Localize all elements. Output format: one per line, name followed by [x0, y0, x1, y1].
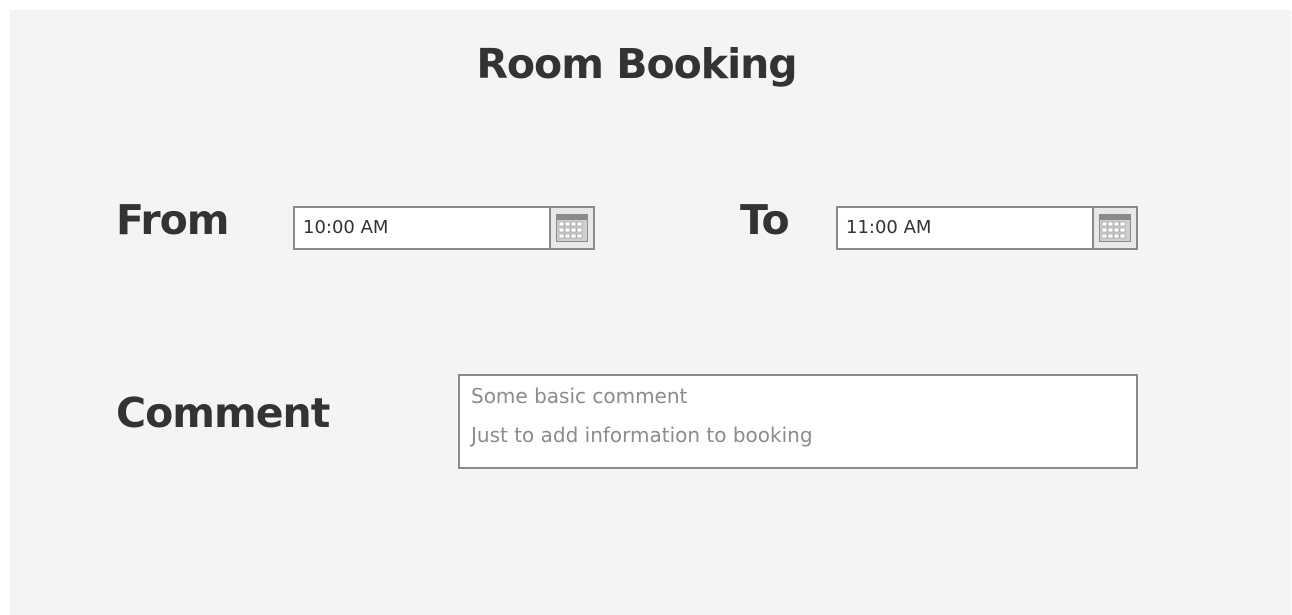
from-time-field[interactable]: 10:00 AM — [293, 206, 595, 250]
comment-line-2: Just to add information to booking — [471, 423, 813, 447]
calendar-icon — [1099, 214, 1131, 242]
from-time-input[interactable]: 10:00 AM — [303, 208, 543, 248]
calendar-icon — [556, 214, 588, 242]
to-time-input[interactable]: 11:00 AM — [846, 208, 1086, 248]
comment-line-1: Some basic comment — [471, 384, 688, 408]
from-calendar-button[interactable] — [549, 208, 593, 248]
page-title: Room Booking — [476, 40, 797, 88]
to-time-field[interactable]: 11:00 AM — [836, 206, 1138, 250]
to-calendar-button[interactable] — [1092, 208, 1136, 248]
comment-textarea[interactable]: Some basic comment Just to add informati… — [458, 374, 1138, 469]
comment-label: Comment — [116, 389, 330, 437]
from-label: From — [116, 196, 229, 244]
to-label: To — [740, 196, 790, 244]
booking-canvas: Room Booking From 10:00 AM To 11:00 AM C… — [10, 10, 1291, 615]
